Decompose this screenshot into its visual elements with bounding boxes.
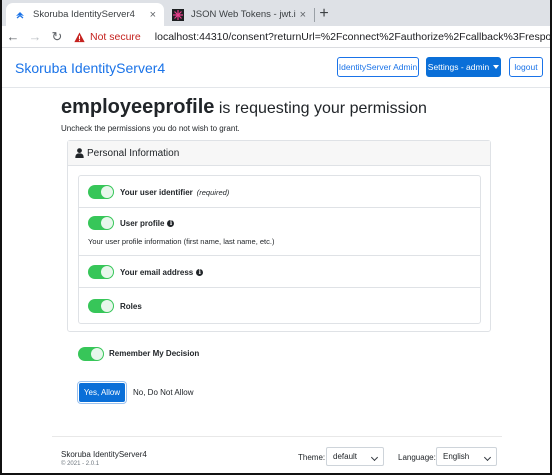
remember-toggle[interactable] [78,347,104,361]
footer-divider [52,436,502,437]
allow-button[interactable]: Yes, Allow [77,381,127,404]
jwt-favicon-icon [172,8,184,21]
scope-label: User profile i [120,219,175,228]
brand-link[interactable]: Skoruba IdentityServer4 [15,60,165,76]
language-value: English [443,452,470,461]
caret-down-icon [493,65,500,69]
scope-item-identifier: Your user identifier (required) [79,176,480,208]
language-select[interactable]: English [436,447,497,466]
scope-item-email: Your email address i [79,256,480,288]
allow-button-label: Yes, Allow [83,388,121,397]
scope-label: Roles [120,302,142,311]
scope-list: Your user identifier (required) User pro… [78,175,481,324]
roles-toggle[interactable] [88,299,114,313]
tab-strip: Skoruba IdentityServer4 × JSON Web Token… [2,0,550,26]
instruction-text: Uncheck the permissions you do not wish … [61,124,240,133]
browser-toolbar: ← → ↻ Not secure localhost:44310/consent… [2,26,550,48]
logout-button[interactable]: logout [509,57,543,77]
address-bar[interactable]: Not secure localhost:44310/consent?retur… [74,27,550,47]
tab-title: Skoruba IdentityServer4 [33,9,135,20]
skoruba-favicon-icon [14,9,26,21]
scope-label: Your user identifier (required) [120,188,229,197]
tab-jwt[interactable]: JSON Web Tokens - jwt.io × [164,3,314,26]
new-tab-icon[interactable]: + [315,5,333,23]
remember-label: Remember My Decision [109,349,200,358]
tab-title: JSON Web Tokens - jwt.io [191,9,296,20]
url-text[interactable]: localhost:44310/consent?returnUrl=%2Fcon… [155,31,550,43]
reload-icon[interactable]: ↻ [46,29,68,45]
language-label: Language: [398,453,436,462]
theme-label: Theme: [298,453,326,462]
identityserver-admin-button[interactable]: IdentityServer Admin [337,57,419,77]
user-icon [75,148,84,158]
card-header: Personal Information [68,141,490,166]
close-tab-icon[interactable]: × [150,9,156,21]
scope-item-profile: User profile i Your user profile informa… [79,208,480,256]
scope-label-text: Your user identifier [120,188,193,197]
section-title: Personal Information [87,147,180,159]
warning-icon [74,31,85,42]
settings-dropdown-button[interactable]: Settings - admin [426,57,501,77]
scope-label: Your email address i [120,268,204,277]
info-icon[interactable]: i [196,269,204,276]
not-secure-label[interactable]: Not secure [90,31,141,43]
admin-button-label: IdentityServer Admin [338,62,418,72]
email-toggle[interactable] [88,265,114,279]
footer-copyright: © 2021 - 2.0.1 [61,461,100,467]
scope-label-text: Your email address [120,268,194,277]
scope-label-text: Roles [120,302,142,311]
browser-window: Skoruba IdentityServer4 × JSON Web Token… [0,0,552,475]
scope-item-roles: Roles [79,288,480,324]
logout-button-label: logout [514,62,538,72]
scope-description: Your user profile information (first nam… [88,237,275,246]
client-name: employeeprofile [61,96,215,118]
theme-value: default [333,452,358,461]
deny-button[interactable]: No, Do Not Allow [133,388,193,397]
required-note: (required) [196,188,230,197]
info-icon[interactable]: i [167,220,175,227]
scope-label-text: User profile [120,219,165,228]
settings-button-label: Settings - admin [427,62,490,72]
back-icon[interactable]: ← [2,29,24,44]
forward-icon[interactable]: → [24,29,46,44]
remember-decision: Remember My Decision [78,346,278,362]
personal-information-card: Personal Information Your user identifie… [67,140,491,332]
theme-select[interactable]: default [326,447,384,466]
tab-skoruba[interactable]: Skoruba IdentityServer4 × [6,3,164,26]
chevron-down-icon [370,453,379,462]
close-tab-icon[interactable]: × [300,9,306,21]
profile-toggle[interactable] [88,216,114,230]
footer-name: Skoruba IdentityServer4 [61,450,147,459]
page-title: employeeprofile is requesting your permi… [61,96,427,119]
requesting-text: is requesting your permission [214,100,427,117]
chevron-down-icon [483,453,492,462]
app-navbar: Skoruba IdentityServer4 IdentityServer A… [2,48,550,88]
identifier-toggle[interactable] [88,185,114,199]
